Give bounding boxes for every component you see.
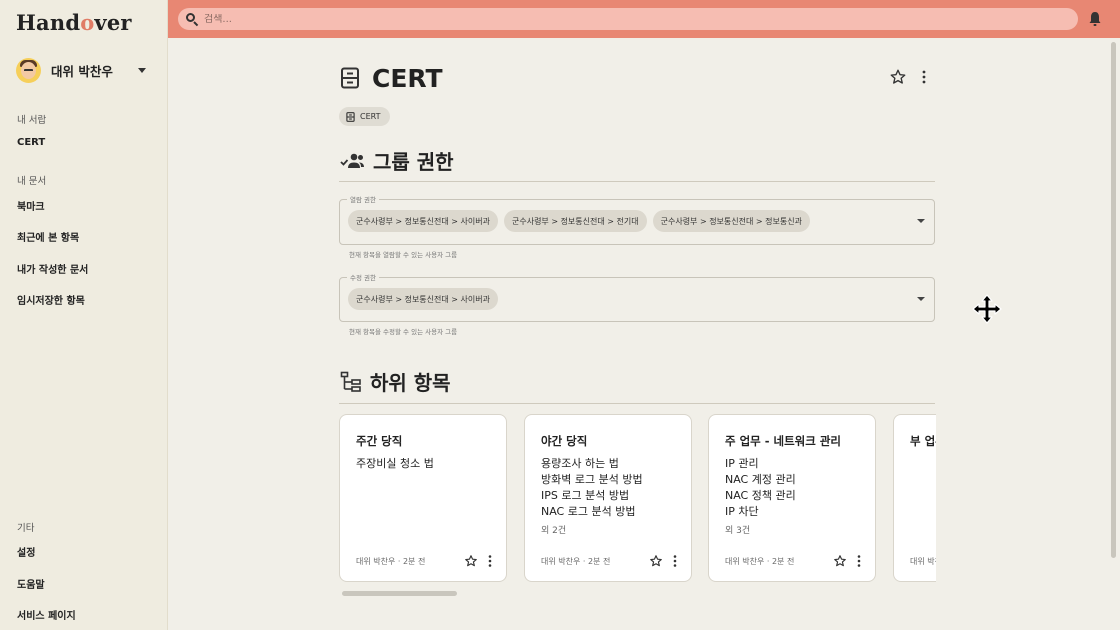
- search-bar[interactable]: [178, 8, 1078, 30]
- star-icon[interactable]: [464, 554, 478, 568]
- card-line: IP 차단: [725, 505, 759, 518]
- card-title: 부 업무: [910, 434, 936, 448]
- card-more-count: 외 3건: [725, 526, 751, 536]
- user-name: 대위 박찬우: [51, 63, 113, 79]
- main-content: CERT CERT 그룹 권한 열람 권한 군수사령부 > 정보통신전대 > 사…: [168, 38, 1120, 630]
- card-title: 주간 당직: [356, 434, 403, 448]
- read-permission-select[interactable]: 열람 권한 군수사령부 > 정보통신전대 > 사이버과 군수사령부 > 정보통신…: [339, 194, 935, 245]
- sidebar-item-recent[interactable]: 최근에 본 항목: [17, 229, 79, 244]
- etc-section-label: 기타: [17, 523, 35, 534]
- app-logo[interactable]: Handover: [16, 10, 132, 35]
- card-meta: 대위 박찬우 · 2분 전: [356, 557, 426, 566]
- search-input[interactable]: [204, 13, 1064, 25]
- cabinet-icon: [341, 67, 359, 89]
- section-divider: [339, 181, 935, 182]
- chevron-down-icon: [138, 67, 146, 73]
- sidebar-item-service-page[interactable]: 서비스 페이지: [17, 607, 76, 622]
- edit-permission-helper: 현재 항목을 수정할 수 있는 사용자 그룹: [349, 328, 458, 336]
- card-line: NAC 정책 관리: [725, 489, 796, 502]
- vertical-scrollbar[interactable]: [1111, 42, 1116, 558]
- more-vert-icon[interactable]: [488, 555, 492, 567]
- children-heading: 하위 항목: [370, 371, 451, 395]
- more-vert-icon[interactable]: [921, 70, 927, 84]
- top-bar: [168, 0, 1120, 38]
- section-divider: [339, 403, 935, 404]
- permissions-heading-row: 그룹 권한: [340, 146, 454, 175]
- tree-icon: [340, 371, 362, 393]
- read-group-chip[interactable]: 군수사령부 > 정보통신전대 > 정보통신과: [652, 210, 810, 232]
- children-carousel: 주간 당직 주장비실 청소 법 대위 박찬우 · 2분 전 야간 당직 용량조사…: [339, 414, 936, 584]
- search-icon: [186, 13, 199, 27]
- star-icon[interactable]: [649, 554, 663, 568]
- group-check-icon: [340, 152, 365, 170]
- more-vert-icon[interactable]: [857, 555, 861, 567]
- edit-permission-select[interactable]: 수정 권한 군수사령부 > 정보통신전대 > 사이버과: [339, 272, 935, 322]
- card-line: 용량조사 하는 법: [541, 457, 619, 470]
- sidebar-item-help[interactable]: 도움말: [17, 576, 45, 591]
- drawer-section-label: 내 서랍: [17, 115, 47, 126]
- read-group-chip[interactable]: 군수사령부 > 정보통신전대 > 사이버과: [348, 210, 498, 232]
- cabinet-icon: [346, 111, 355, 122]
- sidebar-item-my-docs[interactable]: 내가 작성한 문서: [17, 261, 88, 276]
- card-line: IPS 로그 분석 방법: [541, 489, 630, 502]
- children-heading-row: 하위 항목: [340, 367, 451, 396]
- card-title: 야간 당직: [541, 434, 588, 448]
- sidebar: Handover 대위 박찬우 내 서랍 CERT 내 문서 북마크 최근에 본…: [0, 0, 168, 630]
- card-meta: 대위 박찬우 · 2분 전: [910, 557, 936, 566]
- horizontal-scrollbar[interactable]: [342, 591, 457, 596]
- read-permission-legend: 열람 권한: [347, 194, 379, 204]
- dropdown-arrow-icon[interactable]: [917, 297, 925, 301]
- dropdown-arrow-icon[interactable]: [917, 219, 925, 223]
- category-tag-label: CERT: [360, 112, 381, 121]
- child-card[interactable]: 주간 당직 주장비실 청소 법 대위 박찬우 · 2분 전: [339, 414, 507, 582]
- child-card[interactable]: 부 업무 대위 박찬우 · 2분 전: [893, 414, 936, 582]
- child-card[interactable]: 주 업무 - 네트워크 관리 IP 관리 NAC 계정 관리 NAC 정책 관리…: [708, 414, 876, 582]
- card-line: NAC 로그 분석 방법: [541, 505, 636, 518]
- card-line: NAC 계정 관리: [725, 473, 796, 486]
- docs-section-label: 내 문서: [17, 176, 47, 187]
- bell-icon[interactable]: [1088, 11, 1102, 27]
- avatar: [16, 57, 41, 83]
- page-header: CERT: [340, 62, 935, 94]
- star-icon[interactable]: [889, 68, 907, 86]
- card-meta: 대위 박찬우 · 2분 전: [725, 557, 795, 566]
- child-card[interactable]: 야간 당직 용량조사 하는 법 방화벽 로그 분석 방법 IPS 로그 분석 방…: [524, 414, 692, 582]
- edit-permission-legend: 수정 권한: [347, 272, 379, 282]
- category-tag[interactable]: CERT: [339, 107, 390, 126]
- card-line: IP 관리: [725, 457, 759, 470]
- sidebar-item-drafts[interactable]: 임시저장한 항목: [17, 292, 85, 307]
- read-permission-helper: 현재 항목을 열람할 수 있는 사용자 그룹: [349, 251, 458, 259]
- card-line: 방화벽 로그 분석 방법: [541, 473, 643, 486]
- card-line: 주장비실 청소 법: [356, 457, 434, 470]
- move-cursor-icon: [972, 294, 1002, 324]
- sidebar-item-settings[interactable]: 설정: [17, 544, 35, 559]
- page-title: CERT: [372, 63, 443, 93]
- more-vert-icon[interactable]: [673, 555, 677, 567]
- sidebar-item-cert[interactable]: CERT: [17, 137, 45, 148]
- card-meta: 대위 박찬우 · 2분 전: [541, 557, 611, 566]
- star-icon[interactable]: [833, 554, 847, 568]
- edit-group-chip[interactable]: 군수사령부 > 정보통신전대 > 사이버과: [348, 288, 498, 310]
- permissions-heading: 그룹 권한: [373, 150, 454, 174]
- card-more-count: 외 2건: [541, 526, 567, 536]
- user-menu[interactable]: 대위 박찬우: [16, 56, 152, 84]
- sidebar-item-bookmark[interactable]: 북마크: [17, 198, 45, 213]
- card-title: 주 업무 - 네트워크 관리: [725, 434, 842, 448]
- read-group-chip[interactable]: 군수사령부 > 정보통신전대 > 전기대: [503, 210, 647, 232]
